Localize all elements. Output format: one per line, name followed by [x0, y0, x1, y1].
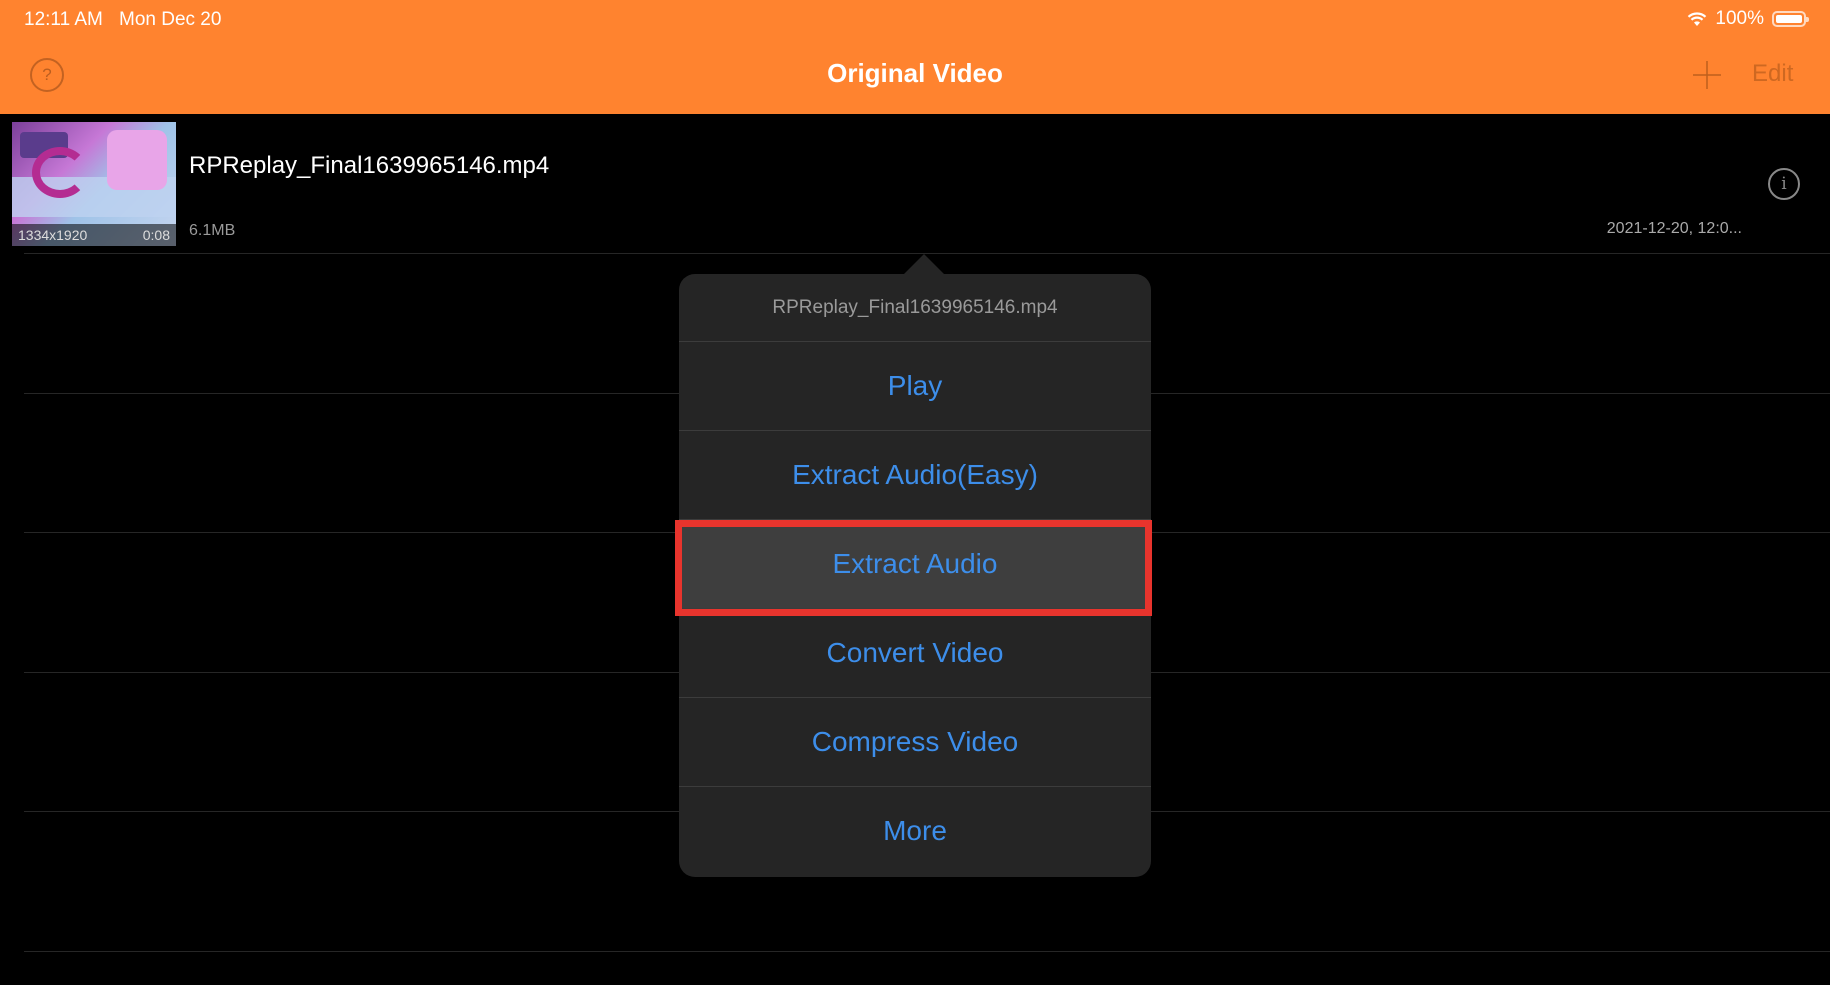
- wifi-icon: [1688, 12, 1707, 26]
- play-button[interactable]: Play: [679, 341, 1151, 430]
- file-date: 2021-12-20, 12:0...: [1606, 220, 1742, 237]
- info-icon[interactable]: i: [1768, 168, 1800, 200]
- video-thumbnail: 1334x1920 0:08: [12, 122, 176, 246]
- video-duration: 0:08: [142, 227, 170, 243]
- more-button[interactable]: More: [679, 786, 1151, 875]
- compress-video-button[interactable]: Compress Video: [679, 697, 1151, 786]
- page-title: Original Video: [827, 58, 1003, 88]
- status-indicators: 100%: [1687, 8, 1809, 30]
- edit-button[interactable]: Edit: [1752, 60, 1793, 88]
- add-icon[interactable]: [1690, 58, 1724, 92]
- convert-video-button[interactable]: Convert Video: [679, 608, 1151, 697]
- popover-arrow: [904, 254, 944, 274]
- thumbnail-badge: 1334x1920 0:08: [12, 224, 176, 246]
- battery-percent: 100%: [1715, 8, 1764, 29]
- video-resolution: 1334x1920: [18, 227, 88, 243]
- row-divider: [24, 951, 1830, 952]
- status-time: 12:11 AM: [24, 9, 103, 30]
- popover-title: RPReplay_Final1639965146.mp4: [772, 296, 1058, 318]
- file-name: RPReplay_Final1639965146.mp4: [189, 152, 550, 179]
- file-list-item[interactable]: 1334x1920 0:08 RPReplay_Final1639965146.…: [0, 114, 1830, 254]
- file-size: 6.1MB: [189, 222, 236, 239]
- battery-icon: [1772, 11, 1809, 27]
- highlight-annotation: [675, 520, 1152, 616]
- extract-audio-easy-button[interactable]: Extract Audio(Easy): [679, 430, 1151, 519]
- navigation-bar: 12:11 AM Mon Dec 20 100% ? Original Vide…: [0, 0, 1830, 114]
- status-date: Mon Dec 20: [119, 9, 222, 30]
